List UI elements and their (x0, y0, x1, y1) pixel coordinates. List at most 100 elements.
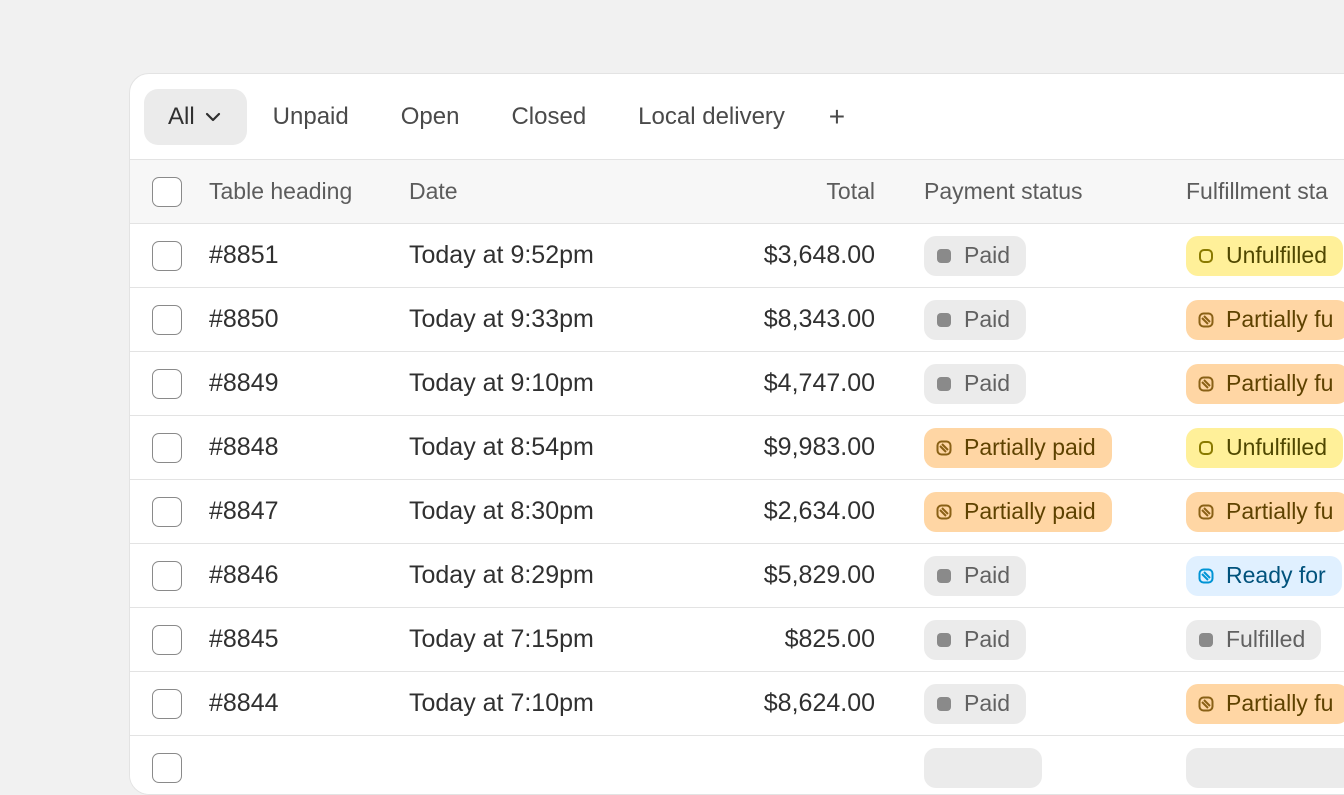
order-date: Today at 9:10pm (409, 369, 594, 397)
order-total: $5,829.00 (763, 561, 875, 589)
incomplete-circle-icon (1198, 440, 1214, 456)
fulfillment-status-badge: Partially fu (1186, 363, 1344, 404)
partial-striped-icon (1198, 504, 1214, 520)
dot-icon (936, 696, 952, 712)
table-row[interactable]: #8849 Today at 9:10pm $4,747.00 Paid Partial… (130, 352, 1344, 416)
table-row[interactable]: #8844 Today at 7:10pm $8,624.00 Paid Partial… (130, 672, 1344, 736)
badge-label: Partially paid (964, 498, 1096, 524)
table-row[interactable]: #8847 Today at 8:30pm $2,634.00 Partially p… (130, 480, 1344, 544)
column-header-date[interactable]: Date (409, 160, 458, 223)
order-number[interactable]: #8846 (209, 544, 279, 607)
tab-label: Local delivery (638, 102, 785, 130)
table-row-partial[interactable] (130, 736, 1344, 794)
table-header: Table heading Date Total Payment status … (130, 160, 1344, 224)
tab-label: Unpaid (272, 102, 349, 130)
order-number[interactable]: #8847 (209, 480, 279, 543)
order-total: $8,343.00 (763, 305, 875, 333)
dot-icon (936, 376, 952, 392)
order-date: Today at 8:29pm (409, 561, 594, 589)
column-header-order[interactable]: Table heading (209, 160, 352, 223)
payment-status-badge: Partially paid (924, 491, 1112, 532)
order-number[interactable]: #8848 (209, 416, 279, 479)
tab-bar: All Unpaid Open Closed Local delivery + (130, 74, 1344, 160)
add-tab-button[interactable]: + (815, 95, 859, 139)
order-number[interactable]: #8851 (209, 224, 279, 287)
column-header-payment-status[interactable]: Payment status (924, 160, 1083, 223)
row-checkbox[interactable] (152, 560, 182, 591)
badge-label: Paid (964, 306, 1011, 332)
fulfillment-status-badge: Unfulfilled (1186, 235, 1343, 276)
fulfillment-status-badge (1186, 747, 1344, 788)
select-all-checkbox[interactable] (152, 176, 182, 207)
order-date: Today at 8:30pm (409, 497, 594, 525)
row-checkbox[interactable] (152, 432, 182, 463)
badge-label: Partially paid (964, 434, 1096, 460)
tab-label: All (168, 102, 195, 130)
badge-label: Paid (964, 242, 1011, 268)
badge-label: Paid (964, 626, 1011, 652)
tab-label: Closed (511, 102, 587, 130)
tab-open[interactable]: Open (375, 89, 486, 145)
payment-status-badge: Paid (924, 683, 1027, 724)
badge-label: Partially fu (1226, 498, 1334, 524)
dot-icon (936, 568, 952, 584)
row-checkbox[interactable] (152, 304, 182, 335)
badge-label: Partially fu (1226, 370, 1334, 396)
order-date: Today at 7:10pm (409, 689, 594, 717)
fulfillment-status-badge: Partially fu (1186, 683, 1344, 724)
payment-status-badge: Paid (924, 299, 1027, 340)
table-row[interactable]: #8845 Today at 7:15pm $825.00 Paid Fulfilled (130, 608, 1344, 672)
payment-status-badge: Partially paid (924, 427, 1112, 468)
badge-label: Fulfilled (1226, 626, 1306, 652)
partial-striped-icon (1198, 696, 1214, 712)
order-total: $825.00 (784, 625, 875, 653)
tab-closed[interactable]: Closed (485, 89, 612, 145)
fulfillment-status-badge: Unfulfilled (1186, 427, 1343, 468)
chevron-down-icon (203, 107, 223, 127)
order-total: $8,624.00 (763, 689, 875, 717)
order-total: $3,648.00 (763, 241, 875, 269)
order-number[interactable]: #8849 (209, 352, 279, 415)
order-total: $9,983.00 (763, 433, 875, 461)
order-total: $2,634.00 (763, 497, 875, 525)
order-date: Today at 9:33pm (409, 305, 594, 333)
badge-label: Partially fu (1226, 690, 1334, 716)
payment-status-badge: Paid (924, 235, 1027, 276)
column-header-total[interactable]: Total (675, 160, 875, 223)
row-checkbox[interactable] (152, 624, 182, 655)
dot-icon (936, 632, 952, 648)
payment-status-badge: Paid (924, 363, 1027, 404)
row-checkbox[interactable] (152, 688, 182, 719)
row-checkbox[interactable] (152, 368, 182, 399)
row-checkbox[interactable] (152, 752, 182, 783)
dot-icon (936, 248, 952, 264)
table-row[interactable]: #8850 Today at 9:33pm $8,343.00 Paid Partial… (130, 288, 1344, 352)
fulfillment-status-badge: Ready for (1186, 555, 1342, 596)
badge-label: Ready for (1226, 562, 1326, 588)
table-row[interactable]: #8851 Today at 9:52pm $3,648.00 Paid Unfulfi… (130, 224, 1344, 288)
partial-striped-icon (936, 504, 952, 520)
tab-local-delivery[interactable]: Local delivery (612, 89, 811, 145)
tab-all[interactable]: All (144, 88, 247, 145)
payment-status-badge: Paid (924, 555, 1027, 596)
order-number[interactable]: #8850 (209, 288, 279, 351)
row-checkbox[interactable] (152, 240, 182, 271)
badge-label: Partially fu (1226, 306, 1334, 332)
tab-unpaid[interactable]: Unpaid (247, 89, 375, 145)
table-row[interactable]: #8848 Today at 8:54pm $9,983.00 Partially p… (130, 416, 1344, 480)
table-row[interactable]: #8846 Today at 8:29pm $5,829.00 Paid Ready f… (130, 544, 1344, 608)
badge-label: Paid (964, 370, 1011, 396)
partial-striped-icon (936, 440, 952, 456)
incomplete-circle-icon (1198, 248, 1214, 264)
dot-icon (1198, 632, 1214, 648)
order-number[interactable]: #8844 (209, 672, 279, 735)
payment-status-badge (924, 747, 1042, 788)
row-checkbox[interactable] (152, 496, 182, 527)
payment-status-badge: Paid (924, 619, 1027, 660)
column-header-fulfillment-status[interactable]: Fulfillment sta (1186, 160, 1328, 223)
order-date: Today at 9:52pm (409, 241, 594, 269)
order-total: $4,747.00 (763, 369, 875, 397)
ready-striped-icon (1198, 568, 1214, 584)
orders-card: All Unpaid Open Closed Local delivery + … (129, 73, 1344, 795)
order-number[interactable]: #8845 (209, 608, 279, 671)
